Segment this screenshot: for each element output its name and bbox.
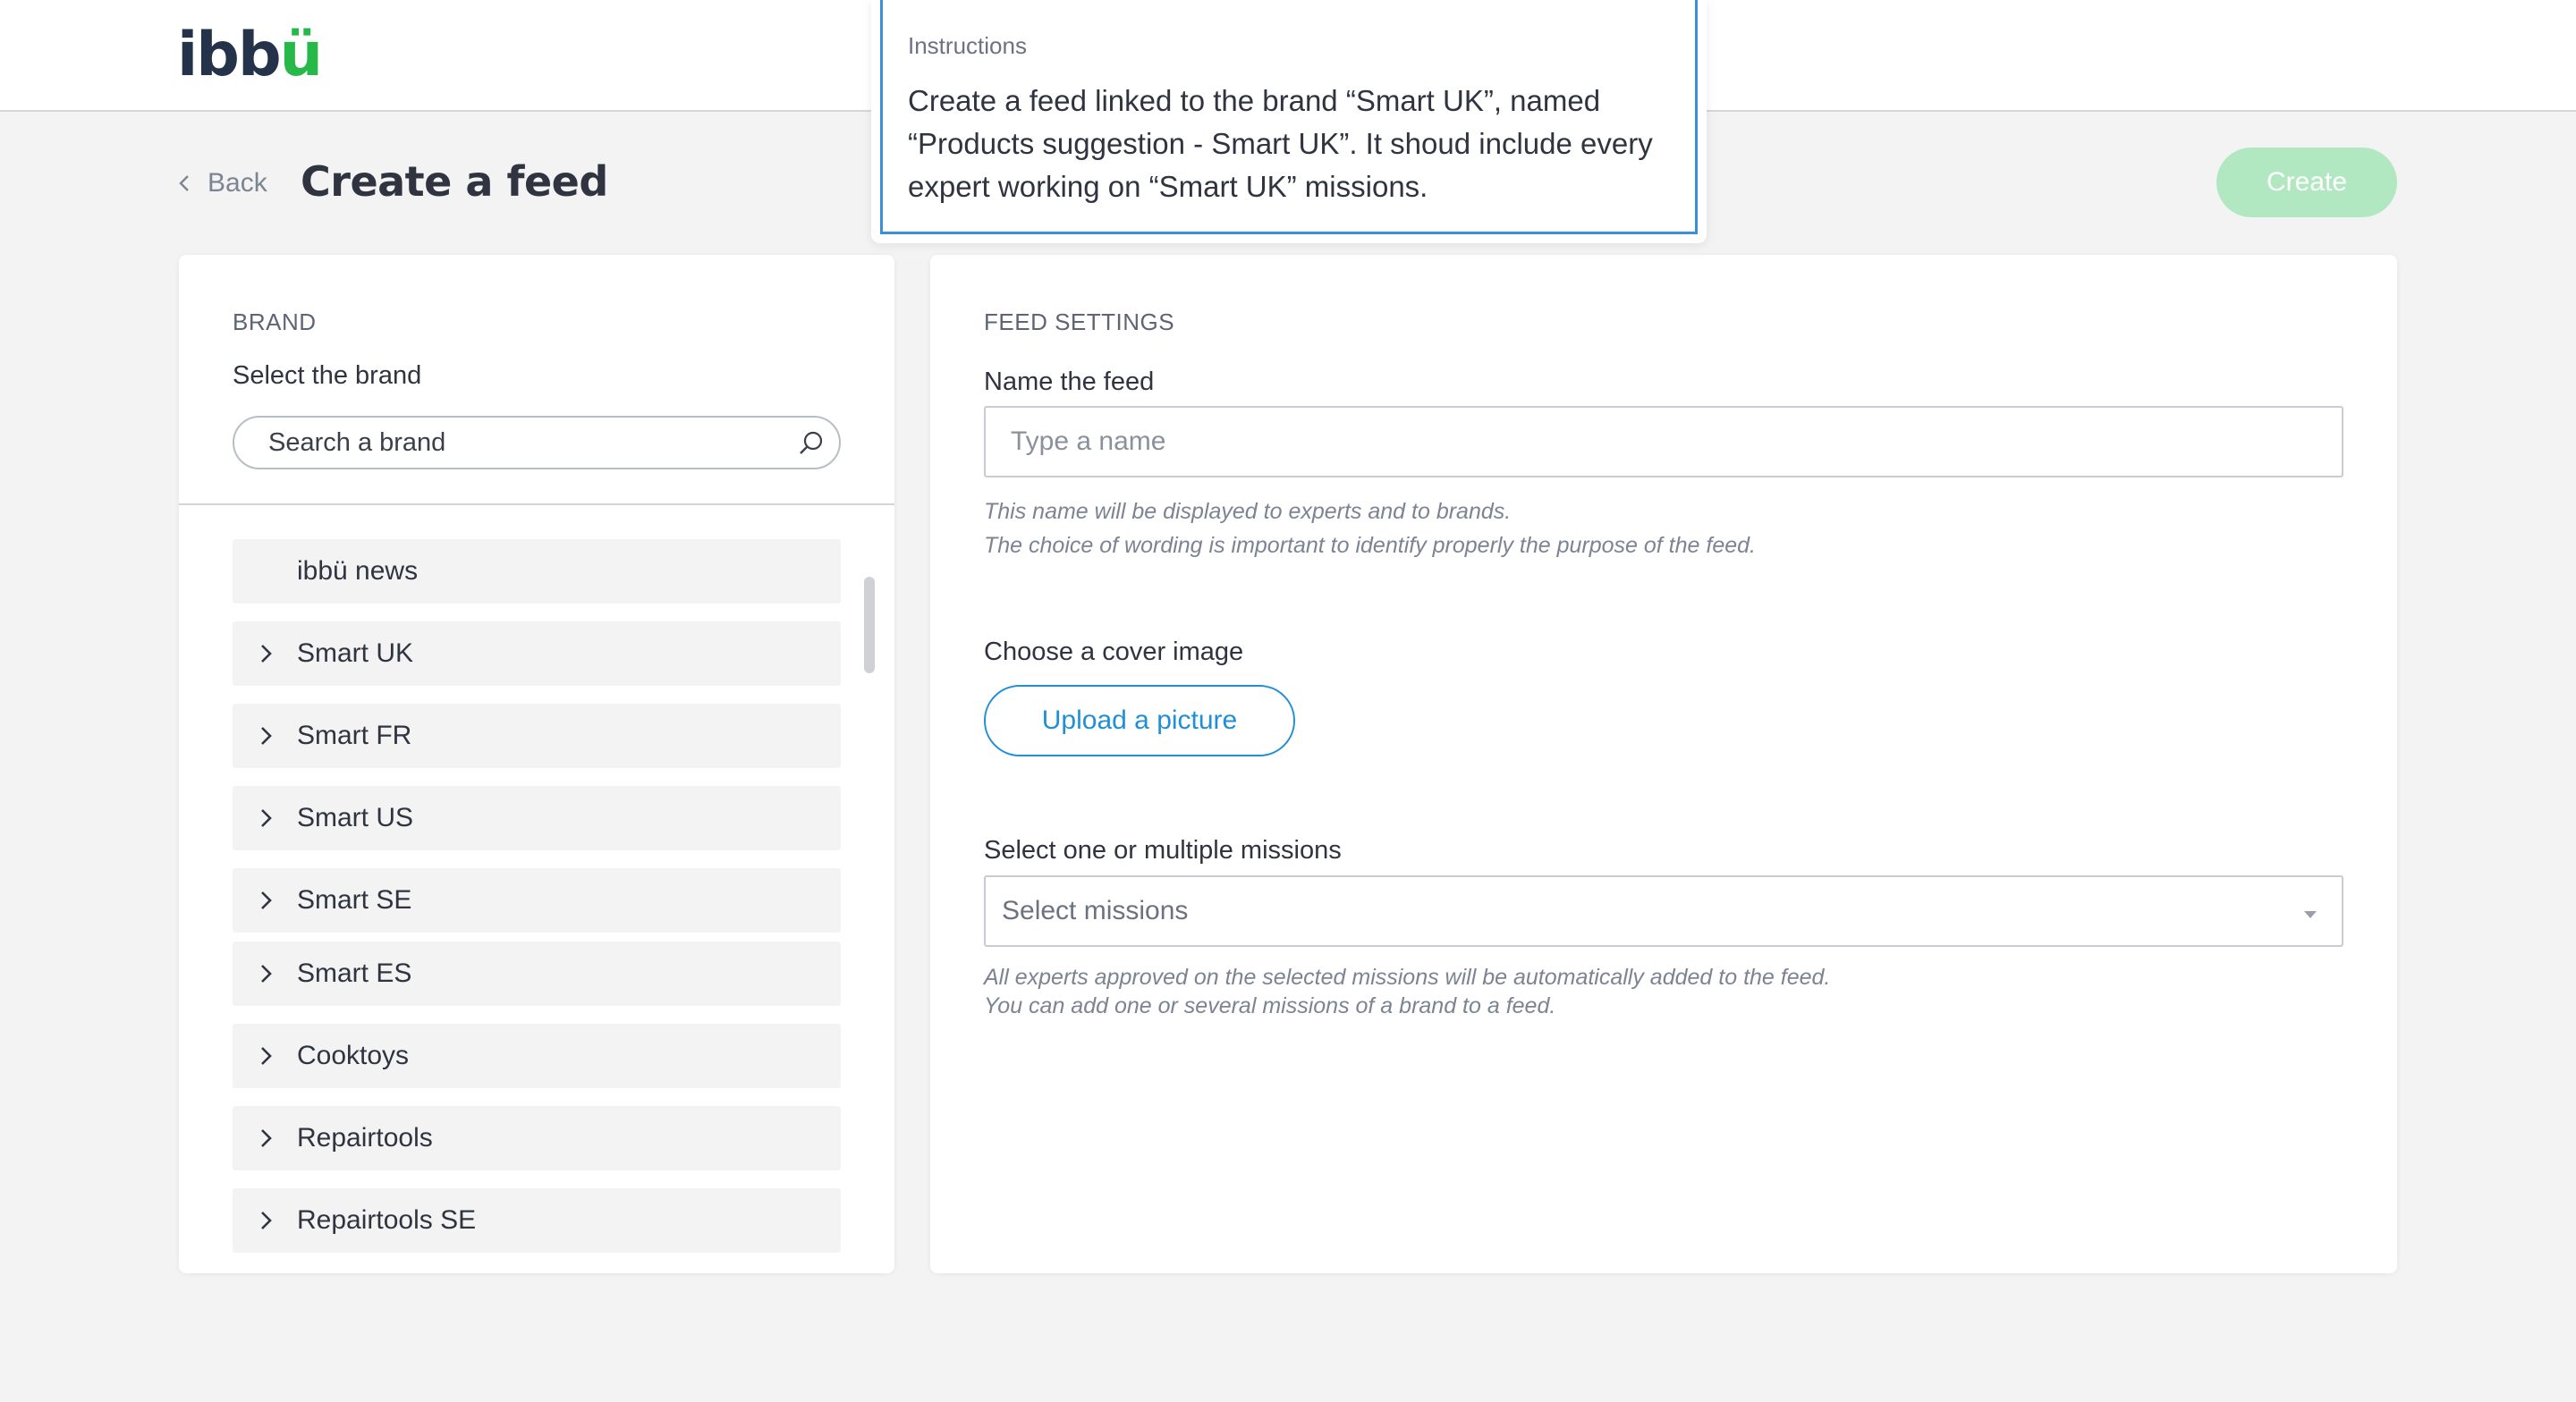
back-label: Back	[208, 168, 267, 198]
chevron-left-icon	[179, 175, 189, 191]
feed-name-input[interactable]	[984, 406, 2343, 477]
cover-image-label: Choose a cover image	[984, 638, 1244, 666]
brand-item-label: Smart FR	[297, 721, 412, 750]
brand-item-repairtools[interactable]: Repairtools	[233, 1106, 841, 1170]
select-brand-label: Select the brand	[233, 361, 422, 390]
chevron-right-icon[interactable]	[258, 1128, 275, 1148]
instructions-popup: Instructions Create a feed linked to the…	[871, 0, 1707, 243]
brand-panel: BRAND Select the brand ibbü news Smart U…	[179, 255, 894, 1273]
name-feed-label: Name the feed	[984, 367, 1155, 396]
brand-item-label: Smart SE	[297, 885, 412, 915]
create-button[interactable]: Create	[2216, 148, 2397, 217]
upload-picture-button[interactable]: Upload a picture	[984, 685, 1295, 756]
brand-item-smart-us[interactable]: Smart US	[233, 786, 841, 850]
brand-item-repairtools-se[interactable]: Repairtools SE	[233, 1188, 841, 1253]
brand-item-label: Repairtools	[297, 1123, 433, 1153]
brand-item-smart-se[interactable]: Smart SE	[233, 868, 841, 933]
brand-item-ibbu-news[interactable]: ibbü news	[233, 539, 841, 604]
brand-item-cooktoys[interactable]: Cooktoys	[233, 1024, 841, 1088]
instructions-text: Create a feed linked to the brand “Smart…	[908, 84, 1653, 203]
brand-search-input[interactable]	[268, 427, 787, 458]
caret-down-icon	[2304, 911, 2317, 918]
missions-select[interactable]: Select missions	[984, 875, 2343, 947]
chevron-right-icon[interactable]	[258, 808, 275, 828]
brand-item-smart-uk[interactable]: Smart UK	[233, 621, 841, 686]
missions-hint-2: You can add one or several missions of a…	[984, 993, 1556, 1018]
divider	[179, 503, 894, 505]
brand-item-label: Smart UK	[297, 638, 414, 668]
chevron-right-icon[interactable]	[258, 1211, 275, 1230]
brand-section-label: BRAND	[233, 308, 317, 335]
name-hint-2: The choice of wording is important to id…	[984, 533, 1756, 558]
brand-search[interactable]	[233, 416, 841, 469]
instructions-box: Instructions Create a feed linked to the…	[880, 0, 1698, 234]
brand-item-label: Smart ES	[297, 959, 412, 988]
ibbu-logo[interactable]: ibbü	[177, 20, 323, 90]
brand-item-label: Smart US	[297, 803, 414, 832]
brand-item-smart-fr[interactable]: Smart FR	[233, 704, 841, 768]
chevron-right-icon[interactable]	[258, 726, 275, 746]
brand-item-smart-es[interactable]: Smart ES	[233, 942, 841, 1006]
chevron-right-icon[interactable]	[258, 644, 275, 663]
search-icon[interactable]	[798, 430, 825, 457]
name-hint-1: This name will be displayed to experts a…	[984, 499, 1512, 524]
logo-main: ibb	[177, 20, 282, 90]
back-link[interactable]: Back	[175, 168, 267, 198]
page-title: Create a feed	[301, 157, 608, 206]
chevron-right-icon[interactable]	[258, 1046, 275, 1066]
brand-item-label: Repairtools SE	[297, 1205, 477, 1235]
chevron-right-icon[interactable]	[258, 891, 275, 910]
logo-accent: ü	[279, 20, 323, 90]
feed-settings-panel: FEED SETTINGS Name the feed This name wi…	[930, 255, 2397, 1273]
missions-label: Select one or multiple missions	[984, 836, 1342, 865]
brand-item-label: ibbü news	[297, 556, 419, 586]
missions-placeholder: Select missions	[1002, 896, 1189, 925]
instructions-label: Instructions	[908, 32, 1027, 59]
chevron-right-icon[interactable]	[258, 964, 275, 984]
brand-item-label: Cooktoys	[297, 1041, 410, 1070]
feed-settings-section-label: FEED SETTINGS	[984, 308, 1175, 335]
scrollbar-thumb[interactable]	[864, 577, 875, 673]
